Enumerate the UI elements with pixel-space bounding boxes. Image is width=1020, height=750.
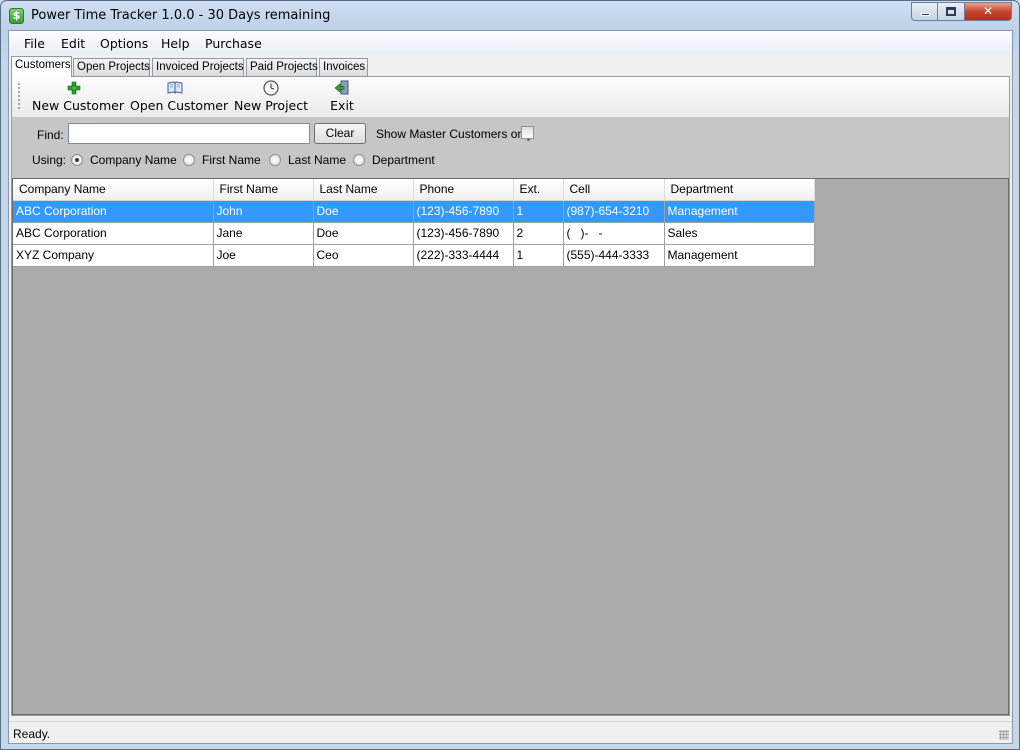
maximize-icon (946, 7, 956, 16)
clock-icon (263, 80, 279, 96)
exit-label: Exit (330, 98, 354, 113)
radio-last-name[interactable] (269, 154, 281, 166)
customers-panel: New Customer Open Customer New Project E… (11, 76, 1010, 716)
master-customers-checkbox[interactable] (521, 126, 534, 139)
plus-icon (67, 81, 81, 95)
radio-department-label: Department (372, 153, 435, 167)
find-label: Find: (37, 128, 64, 142)
radio-last-name-label: Last Name (288, 153, 347, 167)
column-header-phone[interactable]: Phone (413, 179, 514, 201)
cell-first-name[interactable]: Jane (213, 222, 314, 245)
menu-purchase[interactable]: Purchase (205, 36, 262, 51)
menu-help[interactable]: Help (161, 36, 190, 51)
new-customer-label: New Customer (32, 98, 124, 113)
cell-last-name[interactable]: Doe (313, 222, 414, 245)
window-title: Power Time Tracker 1.0.0 - 30 Days remai… (31, 8, 331, 23)
cell-company-name[interactable]: XYZ Company (13, 244, 214, 267)
column-header-last-name[interactable]: Last Name (313, 179, 414, 201)
header-row: Company Name First Name Last Name Phone … (13, 179, 815, 201)
cell-first-name[interactable]: Joe (213, 244, 314, 267)
radio-company-name[interactable] (71, 154, 83, 166)
cell-ext[interactable]: 1 (513, 200, 564, 223)
open-customer-button[interactable]: Open Customer (130, 79, 229, 115)
minimize-button[interactable] (911, 2, 938, 21)
column-header-cell[interactable]: Cell (563, 179, 665, 201)
radio-company-name-label: Company Name (90, 153, 177, 167)
search-panel: Find: Clear Show Master Customers only U… (12, 117, 1009, 178)
new-customer-button[interactable]: New Customer (32, 79, 124, 115)
toolbar-grip[interactable] (18, 83, 20, 111)
radio-first-name[interactable] (183, 154, 195, 166)
cell-department[interactable]: Sales (664, 222, 815, 245)
cell-department[interactable]: Management (664, 200, 815, 223)
table-row[interactable]: ABC Corporation Jane Doe (123)-456-7890 … (13, 222, 815, 245)
menu-bar: File Edit Options Help Purchase (9, 31, 1012, 55)
exit-icon (334, 80, 349, 95)
close-button[interactable]: ✕ (965, 2, 1012, 21)
tab-open-projects[interactable]: Open Projects (73, 58, 150, 76)
cell-phone[interactable]: (123)-456-7890 (413, 222, 514, 245)
app-window: $ Power Time Tracker 1.0.0 - 30 Days rem… (0, 0, 1020, 750)
radio-first-name-label: First Name (202, 153, 261, 167)
tab-invoiced-projects[interactable]: Invoiced Projects (152, 58, 244, 76)
customers-table: Company Name First Name Last Name Phone … (13, 179, 815, 267)
customers-grid: Company Name First Name Last Name Phone … (12, 178, 1009, 715)
table-row[interactable]: ABC Corporation John Doe (123)-456-7890 … (13, 200, 815, 223)
clear-button[interactable]: Clear (314, 123, 366, 144)
cell-first-name[interactable]: John (213, 200, 314, 223)
cell-department[interactable]: Management (664, 244, 815, 267)
open-book-icon (167, 81, 183, 94)
master-customers-label: Show Master Customers only (376, 127, 533, 141)
status-text: Ready. (13, 727, 51, 741)
radio-department[interactable] (353, 154, 365, 166)
status-bar: Ready. (9, 721, 1012, 743)
resize-grip-icon[interactable] (999, 730, 1009, 740)
tab-customers[interactable]: Customers (11, 56, 72, 77)
column-header-company-name[interactable]: Company Name (13, 179, 214, 201)
open-customer-label: Open Customer (130, 98, 229, 113)
cell-last-name[interactable]: Doe (313, 200, 414, 223)
cell-phone[interactable]: (123)-456-7890 (413, 200, 514, 223)
maximize-button[interactable] (938, 2, 965, 21)
cell-cell[interactable]: (555)-444-3333 (563, 244, 665, 267)
cell-ext[interactable]: 2 (513, 222, 564, 245)
menu-file[interactable]: File (24, 36, 45, 51)
cell-cell[interactable]: ( )- - (563, 222, 665, 245)
using-label: Using: (32, 153, 67, 167)
cell-ext[interactable]: 1 (513, 244, 564, 267)
cell-last-name[interactable]: Ceo (313, 244, 414, 267)
menu-edit[interactable]: Edit (61, 36, 85, 51)
minimize-icon (921, 13, 930, 16)
cell-cell[interactable]: (987)-654-3210 (563, 200, 665, 223)
app-icon: $ (9, 8, 24, 24)
tab-paid-projects[interactable]: Paid Projects (246, 58, 318, 76)
table-row[interactable]: XYZ Company Joe Ceo (222)-333-4444 1 (55… (13, 244, 815, 267)
title-bar[interactable]: $ Power Time Tracker 1.0.0 - 30 Days rem… (1, 1, 1019, 31)
tab-invoices[interactable]: Invoices (319, 58, 368, 76)
close-icon: ✕ (982, 4, 994, 18)
new-project-button[interactable]: New Project (234, 79, 308, 115)
menu-options[interactable]: Options (100, 36, 148, 51)
cell-company-name[interactable]: ABC Corporation (13, 200, 214, 223)
new-project-label: New Project (234, 98, 309, 113)
column-header-ext[interactable]: Ext. (513, 179, 564, 201)
column-header-first-name[interactable]: First Name (213, 179, 314, 201)
column-header-department[interactable]: Department (664, 179, 815, 201)
find-input[interactable] (68, 123, 310, 144)
cell-phone[interactable]: (222)-333-4444 (413, 244, 514, 267)
toolbar: New Customer Open Customer New Project E… (12, 77, 1009, 117)
client-area: File Edit Options Help Purchase Customer… (8, 30, 1013, 744)
exit-button[interactable]: Exit (322, 79, 362, 115)
cell-company-name[interactable]: ABC Corporation (13, 222, 214, 245)
tab-strip: Customers Open Projects Invoiced Project… (9, 56, 1012, 77)
